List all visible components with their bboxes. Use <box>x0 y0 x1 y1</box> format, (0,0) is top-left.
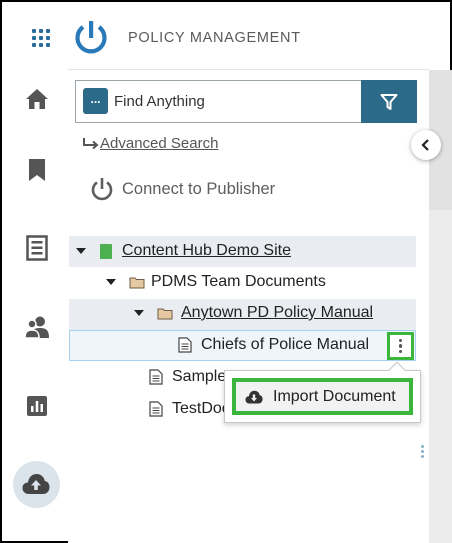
bar-chart-icon[interactable] <box>23 392 51 420</box>
caret-down-icon[interactable] <box>76 248 86 254</box>
tree-row-doc-sample[interactable]: Sample <box>149 368 226 386</box>
advanced-search-link[interactable]: Advanced Search <box>82 135 218 152</box>
filter-button[interactable] <box>361 80 417 123</box>
tree-row-doc-selected[interactable]: Chiefs of Police Manual <box>178 336 369 354</box>
document-file-icon <box>149 369 163 385</box>
connect-label: Connect to Publisher <box>122 179 276 198</box>
tree-row-site[interactable]: Content Hub Demo Site <box>76 242 291 260</box>
folder-icon <box>157 308 173 319</box>
cloud-upload-icon[interactable] <box>22 470 50 498</box>
app-frame: POLICY MANAGEMENT ... Advanced Search <box>0 0 452 543</box>
arrow-return-icon <box>83 137 99 149</box>
grid-menu-icon[interactable] <box>32 29 50 47</box>
document-icon[interactable] <box>23 234 51 262</box>
more-options-button[interactable] <box>387 332 414 360</box>
import-document-label: Import Document <box>273 387 396 405</box>
doc-sample-label: Sample <box>172 368 227 385</box>
cloud-download-icon <box>245 390 263 403</box>
site-label: Content Hub Demo Site <box>122 242 291 259</box>
document-file-icon <box>178 337 192 353</box>
doc-test-label: TestDoc <box>172 400 230 417</box>
chevron-left-icon <box>421 139 429 151</box>
collapse-panel-button[interactable] <box>411 130 441 160</box>
doc-selected-label: Chiefs of Police Manual <box>201 336 370 353</box>
bookmark-icon[interactable] <box>23 156 51 184</box>
caret-down-icon[interactable] <box>134 310 144 316</box>
tree-row-folder-manual[interactable]: Anytown PD Policy Manual <box>134 304 373 322</box>
folder-manual-label: Anytown PD Policy Manual <box>181 304 374 321</box>
app-title: POLICY MANAGEMENT <box>128 30 301 46</box>
power-logo-icon <box>75 21 107 54</box>
connect-to-publisher-button[interactable]: Connect to Publisher <box>90 177 275 201</box>
folder-team-label: PDMS Team Documents <box>151 273 326 290</box>
tree-row-folder-team[interactable]: PDMS Team Documents <box>106 273 326 291</box>
resize-handle[interactable] <box>421 445 424 458</box>
advanced-search-label: Advanced Search <box>100 135 219 152</box>
filter-icon <box>380 93 398 110</box>
scrollbar-track <box>429 210 452 543</box>
document-file-icon <box>149 401 163 417</box>
search-scope-button[interactable]: ... <box>83 88 108 114</box>
caret-down-icon[interactable] <box>106 279 116 285</box>
power-icon <box>91 178 113 201</box>
site-icon <box>100 243 112 259</box>
folder-icon <box>129 277 145 288</box>
search-input[interactable] <box>114 88 354 114</box>
home-icon[interactable] <box>23 85 51 113</box>
import-document-button[interactable]: Import Document <box>232 378 413 415</box>
users-icon[interactable] <box>23 313 51 341</box>
tree-row-doc-test[interactable]: TestDoc <box>149 400 230 418</box>
